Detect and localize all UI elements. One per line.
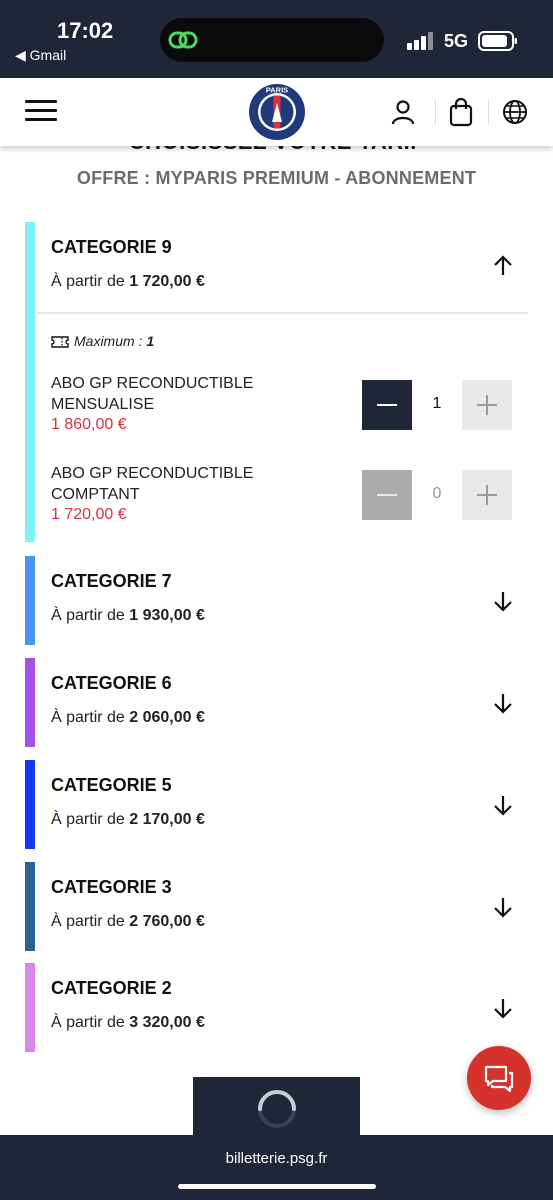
- battery-icon: [478, 31, 517, 51]
- arrow-down-icon[interactable]: [491, 895, 515, 919]
- category-name[interactable]: CATEGORIE 9: [51, 237, 172, 258]
- category-name: CATEGORIE 5: [51, 775, 172, 795]
- chat-icon: [484, 1065, 514, 1092]
- category-color-bar: [25, 963, 35, 1052]
- product-price: 1 720,00 €: [51, 506, 127, 523]
- quantity-value: 0: [432, 485, 442, 502]
- category-3-panel[interactable]: CATEGORIE 3 À partir de 2 760,00 €: [25, 862, 528, 951]
- header-separator: [488, 99, 489, 125]
- increase-quantity-button[interactable]: [462, 380, 512, 430]
- status-time: 17:02: [57, 18, 114, 43]
- category-color-bar: [25, 556, 35, 645]
- category-color-bar: [25, 222, 35, 542]
- product-price: 1 860,00 €: [51, 416, 127, 433]
- network-type: 5G: [444, 31, 469, 51]
- url-text[interactable]: billetterie.psg.fr: [0, 1150, 553, 1167]
- product-name: ABO GP RECONDUCTIBLE MENSUALISE: [51, 375, 254, 413]
- category-price: À partir de 2 060,00 €: [51, 709, 205, 726]
- site-header: PARIS: [0, 78, 553, 146]
- loading-spinner-icon: [258, 1090, 296, 1128]
- category-6-panel[interactable]: CATEGORIE 6 À partir de 2 060,00 €: [25, 658, 528, 747]
- category-name: CATEGORIE 6: [51, 673, 172, 693]
- ticket-icon: [51, 336, 69, 348]
- category-price: À partir de 2 170,00 €: [51, 811, 205, 828]
- decrease-quantity-button[interactable]: [362, 380, 412, 430]
- back-to-gmail[interactable]: ◀ Gmail: [15, 47, 66, 64]
- browser-url-bar: billetterie.psg.fr: [0, 1135, 553, 1200]
- maximum-tickets: Maximum : 1: [51, 333, 154, 349]
- category-color-bar: [25, 658, 35, 747]
- arrow-down-icon[interactable]: [491, 691, 515, 715]
- header-separator: [435, 99, 436, 125]
- category-5-panel[interactable]: CATEGORIE 5 À partir de 2 170,00 €: [25, 760, 528, 849]
- psg-logo[interactable]: PARIS: [248, 83, 306, 141]
- category-price: À partir de 3 320,00 €: [51, 1014, 205, 1031]
- arrow-up-icon[interactable]: [491, 254, 515, 278]
- category-color-bar: [25, 760, 35, 849]
- category-2-panel[interactable]: CATEGORIE 2 À partir de 3 320,00 €: [25, 963, 528, 1052]
- logo-text: PARIS: [266, 86, 288, 95]
- decrease-quantity-button[interactable]: [362, 470, 412, 520]
- arrow-down-icon[interactable]: [491, 589, 515, 613]
- category-name: CATEGORIE 3: [51, 877, 172, 897]
- category-price: À partir de 1 930,00 €: [51, 607, 205, 624]
- globe-icon[interactable]: [500, 97, 530, 127]
- category-name: CATEGORIE 2: [51, 978, 172, 998]
- status-bar: 17:02 ◀ Gmail 5G: [0, 0, 553, 78]
- link-icon: [168, 31, 198, 49]
- user-icon[interactable]: [388, 97, 418, 127]
- category-color-bar: [25, 862, 35, 951]
- chat-button[interactable]: [467, 1046, 531, 1110]
- category-name: CATEGORIE 7: [51, 571, 172, 591]
- category-7-panel[interactable]: CATEGORIE 7 À partir de 1 930,00 €: [25, 556, 528, 645]
- category-divider: [37, 312, 528, 314]
- offer-subtitle: OFFRE : MYPARIS PREMIUM - ABONNEMENT: [76, 168, 477, 188]
- home-indicator[interactable]: [178, 1184, 376, 1189]
- quantity-value: 1: [432, 395, 442, 412]
- dynamic-island: [160, 18, 384, 62]
- product-name: ABO GP RECONDUCTIBLE COMPTANT: [51, 465, 254, 503]
- arrow-down-icon[interactable]: [491, 996, 515, 1020]
- category-price: À partir de 2 760,00 €: [51, 913, 205, 930]
- signal-icon: [407, 32, 433, 50]
- arrow-down-icon[interactable]: [491, 793, 515, 817]
- menu-icon[interactable]: [25, 100, 57, 122]
- increase-quantity-button[interactable]: [462, 470, 512, 520]
- category-price: À partir de 1 720,00 €: [51, 273, 205, 290]
- bag-icon[interactable]: [446, 97, 476, 127]
